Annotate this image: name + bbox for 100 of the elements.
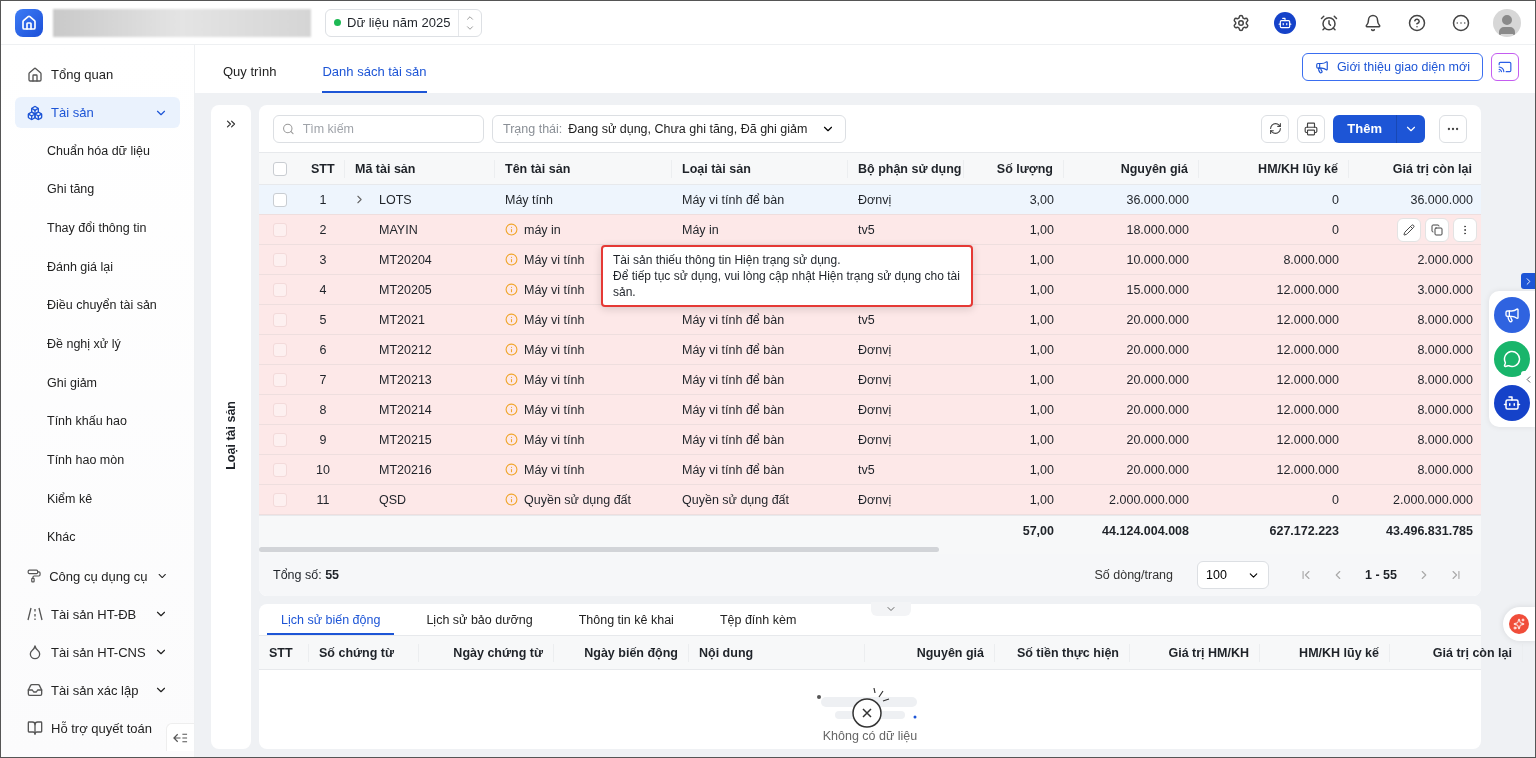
total-cell-text: 43.496.831.785: [1385, 524, 1474, 538]
table-cell-text: tv5: [857, 312, 876, 327]
table-cell-text: 12.000.000: [1275, 342, 1340, 357]
column-header: HM/KH lũy kế: [1260, 643, 1390, 662]
table-cell-text: 36.000.000: [1409, 192, 1474, 207]
table-cell-text: 2: [318, 222, 328, 237]
table-cell-text: 8.000.000: [1416, 462, 1474, 477]
table-cell: MAYIN: [379, 222, 418, 237]
table-cell-text: 20.000.000: [1125, 372, 1190, 387]
table-cell-text: 15.000.000: [1125, 282, 1190, 297]
table-cell-text: 8: [318, 402, 328, 417]
table-cell-text: 1,00: [1028, 312, 1055, 327]
table-cell: MT20215: [379, 432, 432, 447]
table-cell-text: 6: [318, 342, 328, 357]
table-cell-text: 18.000.000: [1125, 222, 1190, 237]
table-cell-text: 8.000.000: [1416, 312, 1474, 327]
table-cell-text: 12.000.000: [1275, 432, 1340, 447]
table-cell-text: Đơnvị: [857, 402, 893, 417]
table-cell-text: 10.000.000: [1125, 252, 1190, 267]
table-cell-text: Đơnvị: [857, 492, 893, 507]
table-cell-text: 12.000.000: [1275, 282, 1340, 297]
column-header: Giá trị còn lại: [1390, 643, 1523, 662]
table-cell-text: 1,00: [1028, 432, 1055, 447]
table-cell: MT20213: [379, 372, 432, 387]
table-cell-text: 1,00: [1028, 282, 1055, 297]
column-header: HM/KH lũy kế: [1199, 159, 1349, 178]
page-range: 1 - 55: [1364, 568, 1398, 582]
table-cell-text: 2.000.000.000: [1392, 492, 1474, 507]
column-header: Mã tài sản: [345, 159, 495, 178]
table-cell-text: 8.000.000: [1416, 432, 1474, 447]
table-cell-text: Máy in: [681, 222, 720, 237]
tooltip-text: Tài sản thiếu thông tin Hiện trạng sử dụng.: [613, 252, 842, 268]
table-cell-text: Máy vi tính để bàn: [681, 372, 786, 387]
table-cell-text: Đơnvị: [857, 342, 893, 357]
table-cell: Máy vi tính: [524, 402, 585, 417]
table-cell-text: 10: [315, 462, 331, 477]
column-header: Số lượng: [964, 159, 1064, 178]
table-cell-text: 20.000.000: [1125, 432, 1190, 447]
table-cell-text: Máy vi tính để bàn: [681, 342, 786, 357]
table-cell: Máy tính: [505, 192, 553, 207]
total-count: Tổng số: 55: [273, 568, 341, 582]
table-cell-text: 1: [318, 192, 328, 207]
table-cell: MT2021: [379, 312, 425, 327]
table-cell-text: tv5: [857, 222, 876, 237]
table-cell-text: Máy vi tính để bàn: [681, 432, 786, 447]
table-cell-text: 0: [1331, 192, 1340, 207]
table-cell: MT20214: [379, 402, 432, 417]
table-cell-text: 20.000.000: [1125, 462, 1190, 477]
total-cell-text: 627.172.223: [1268, 524, 1340, 538]
table-cell-text: 4: [318, 282, 328, 297]
total-cell-text: 57,00: [1021, 524, 1055, 538]
table-cell: Máy vi tính: [524, 432, 585, 447]
table-cell-text: 1,00: [1028, 222, 1055, 237]
table-cell-text: 3,00: [1028, 192, 1055, 207]
table-cell-text: 1,00: [1028, 372, 1055, 387]
table-cell-text: 9: [318, 432, 328, 447]
column-header: Tên tài sản: [495, 159, 672, 178]
table-cell-text: 0: [1331, 222, 1340, 237]
table-cell-text: 1,00: [1028, 342, 1055, 357]
table-cell: Máy vi tính: [524, 312, 585, 327]
table-cell-text: 12.000.000: [1275, 462, 1340, 477]
table-cell: QSD: [379, 492, 407, 507]
total-cell-text: 44.124.004.008: [1101, 524, 1190, 538]
table-cell: Máy vi tính: [524, 282, 585, 297]
table-cell-text: 8.000.000: [1416, 402, 1474, 417]
table-cell-text: 3: [318, 252, 328, 267]
table-cell: MT20205: [379, 282, 432, 297]
table-cell: Máy vi tính: [524, 252, 585, 267]
table-cell-text: 8.000.000: [1282, 252, 1340, 267]
table-cell-text: tv5: [857, 462, 876, 477]
table-cell: MT20216: [379, 462, 432, 477]
column-header: STT: [259, 643, 309, 662]
table-cell-text: 7: [318, 372, 328, 387]
table-cell-text: Máy vi tính để bàn: [681, 402, 786, 417]
table-cell: LOTS: [379, 192, 412, 207]
table-cell-text: 0: [1331, 492, 1340, 507]
table-cell-text: 2.000.000.000: [1108, 492, 1190, 507]
table-cell-text: 5: [318, 312, 328, 327]
column-header: Nguyên giá: [865, 643, 995, 662]
table-cell: Quyền sử dụng đất: [524, 492, 632, 507]
column-header: Nguyên giá: [1064, 159, 1199, 178]
table-cell: MT20204: [379, 252, 432, 267]
column-header: Giá trị HM/KH: [1130, 643, 1260, 662]
table-cell-text: 20.000.000: [1125, 402, 1190, 417]
table-cell: Máy vi tính: [524, 372, 585, 387]
table-cell-text: 12.000.000: [1275, 312, 1340, 327]
column-header: STT: [301, 159, 345, 178]
table-cell-text: 8.000.000: [1416, 342, 1474, 357]
table-cell-text: 1,00: [1028, 462, 1055, 477]
table-cell-text: Đơnvị: [857, 372, 893, 387]
column-header: Số chứng từ: [309, 643, 419, 662]
table-cell-text: 20.000.000: [1125, 312, 1190, 327]
table-cell-text: 1,00: [1028, 252, 1055, 267]
table-cell-text: 12.000.000: [1275, 372, 1340, 387]
table-cell: Máy vi tính: [524, 462, 585, 477]
table-cell: Máy vi tính: [524, 342, 585, 357]
table-cell-text: Máy vi tính để bàn: [681, 312, 786, 327]
column-header: Ngày chứng từ: [419, 643, 554, 662]
table-cell-text: 20.000.000: [1125, 342, 1190, 357]
table-cell-text: Quyền sử dụng đất: [681, 492, 791, 507]
